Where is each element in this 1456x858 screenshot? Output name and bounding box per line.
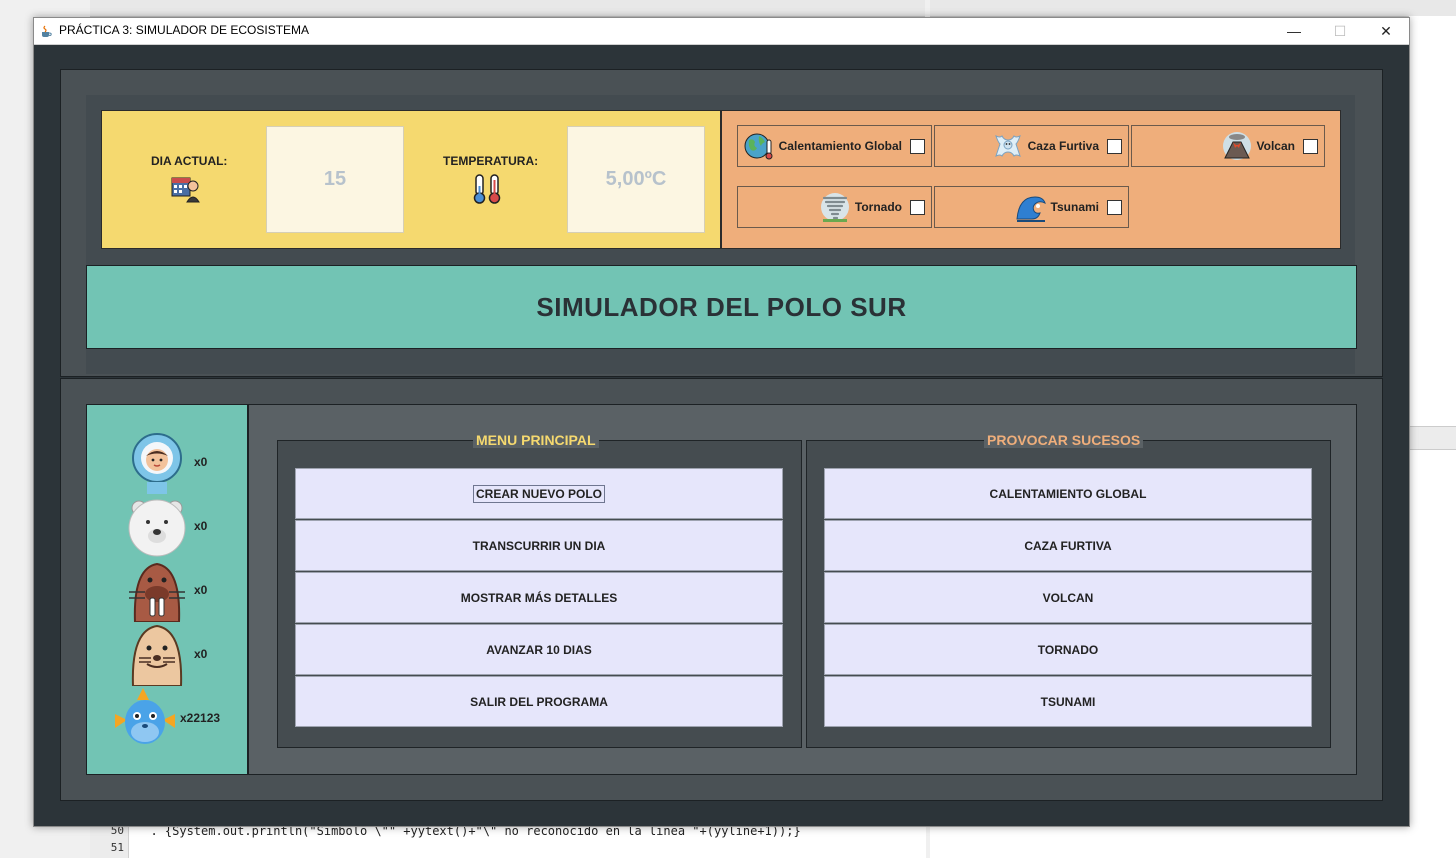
status-panel: DIA ACTUAL: 15 TEMPERATURA: 5,00ºC (101, 110, 721, 249)
population-row-polar-bear: x0 (87, 494, 247, 558)
main-menu-panel: MENU PRINCIPAL CREAR NUEVO POLO TRANSCUR… (277, 432, 802, 748)
population-row-fish: x22123 (87, 686, 247, 750)
mostrar-mas-detalles-button[interactable]: MOSTRAR MÁS DETALLES (295, 572, 783, 623)
seal-icon (131, 624, 183, 686)
background-line-gutter: 50 51 (90, 822, 129, 858)
population-count: x0 (194, 647, 208, 661)
event-label: Tsunami (1050, 200, 1099, 214)
volcan-button[interactable]: VOLCAN (824, 572, 1312, 623)
background-ide-toolbar-right (930, 0, 1456, 17)
event-label: Caza Furtiva (1027, 139, 1099, 153)
polar-bear-icon (128, 499, 186, 557)
walrus-icon (129, 562, 185, 622)
event-checkbox-caza-furtiva[interactable] (1107, 138, 1122, 154)
event-volcan[interactable]: Volcan (1131, 125, 1325, 167)
caza-furtiva-button[interactable]: CAZA FURTIVA (824, 520, 1312, 571)
salir-del-programa-button[interactable]: SALIR DEL PROGRAMA (295, 676, 783, 727)
event-caza-furtiva[interactable]: Caza Furtiva (934, 125, 1129, 167)
java-cup-icon (42, 25, 52, 37)
population-count: x22123 (180, 711, 221, 725)
day-label: DIA ACTUAL: (151, 154, 228, 168)
population-row-seal: x0 (87, 622, 247, 686)
calendar-person-icon (171, 177, 200, 203)
event-label: Volcan (1256, 139, 1295, 153)
window-title: PRÁCTICA 3: SIMULADOR DE ECOSISTEMA (59, 23, 310, 37)
event-checkbox-calentamiento[interactable] (910, 138, 925, 154)
fish-icon (115, 688, 175, 744)
wave-icon (1015, 196, 1046, 222)
minimize-button[interactable]: — (1271, 18, 1317, 44)
event-checkbox-volcan[interactable] (1303, 138, 1318, 154)
background-code-editor-right (930, 822, 1456, 858)
polar-bear-skin-icon (994, 135, 1021, 157)
transcurrir-un-dia-button[interactable]: TRANSCURRIR UN DIA (295, 520, 783, 571)
population-sidebar: x0 x0 x0 x0 x22123 (86, 404, 248, 775)
top-panel: DIA ACTUAL: 15 TEMPERATURA: 5,00ºC Calen… (60, 69, 1383, 377)
population-count: x0 (194, 583, 208, 597)
temperature-label: TEMPERATURA: (443, 154, 539, 168)
background-ide-right-strip (1408, 426, 1456, 450)
tornado-icon (820, 193, 849, 222)
background-ide-toolbar-left (90, 0, 925, 17)
event-label: Tornado (854, 200, 902, 214)
button-label: CREAR NUEVO POLO (472, 484, 605, 503)
events-menu-legend: PROVOCAR SUCESOS (984, 432, 1144, 448)
main-menu-legend: MENU PRINCIPAL (473, 432, 599, 448)
simulator-title-banner: SIMULADOR DEL POLO SUR (86, 265, 1357, 349)
temperature-value-field: 5,00ºC (567, 126, 705, 233)
bottom-panel: x0 x0 x0 x0 x22123 MENU PRINCIPAL CREAR … (60, 378, 1383, 801)
line-number: 51 (110, 841, 124, 854)
day-value-field: 15 (266, 126, 404, 233)
events-panel: Calentamiento Global Caza Furtiva Volcan… (721, 110, 1341, 249)
close-button[interactable]: ✕ (1363, 18, 1409, 44)
globe-thermometer-icon (744, 133, 773, 160)
population-count: x0 (194, 455, 208, 469)
thermometer-icon (473, 174, 501, 204)
event-calentamiento-global[interactable]: Calentamiento Global (737, 125, 932, 167)
tsunami-button[interactable]: TSUNAMI (824, 676, 1312, 727)
population-row-walrus: x0 (87, 558, 247, 622)
population-row-inuit: x0 (87, 430, 247, 494)
top-panel-inner: DIA ACTUAL: 15 TEMPERATURA: 5,00ºC Calen… (86, 95, 1357, 374)
calentamiento-global-button[interactable]: CALENTAMIENTO GLOBAL (824, 468, 1312, 519)
avanzar-10-dias-button[interactable]: AVANZAR 10 DIAS (295, 624, 783, 675)
events-menu-panel: PROVOCAR SUCESOS CALENTAMIENTO GLOBAL CA… (806, 432, 1331, 748)
app-window: PRÁCTICA 3: SIMULADOR DE ECOSISTEMA — ☐ … (33, 17, 1410, 827)
event-checkbox-tsunami[interactable] (1107, 199, 1122, 215)
tornado-button[interactable]: TORNADO (824, 624, 1312, 675)
menus-area: MENU PRINCIPAL CREAR NUEVO POLO TRANSCUR… (248, 404, 1357, 775)
event-tsunami[interactable]: Tsunami (934, 186, 1129, 228)
maximize-button[interactable]: ☐ (1317, 18, 1363, 44)
population-count: x0 (194, 519, 208, 533)
volcano-icon (1222, 132, 1251, 160)
event-label: Calentamiento Global (778, 139, 902, 153)
crear-nuevo-polo-button[interactable]: CREAR NUEVO POLO (295, 468, 783, 519)
event-tornado[interactable]: Tornado (737, 186, 932, 228)
title-bar[interactable]: PRÁCTICA 3: SIMULADOR DE ECOSISTEMA — ☐ … (34, 18, 1409, 45)
event-checkbox-tornado[interactable] (910, 199, 925, 215)
eskimo-icon (132, 433, 182, 494)
